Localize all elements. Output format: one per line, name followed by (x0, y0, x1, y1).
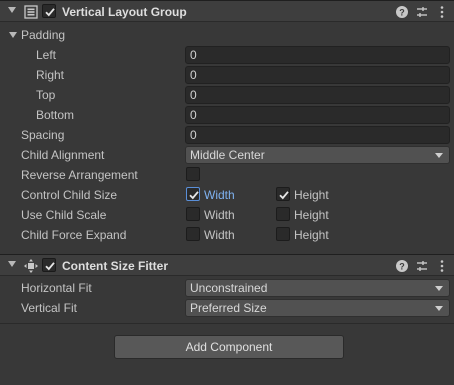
force-expand-height-checkbox[interactable] (276, 227, 290, 241)
help-icon[interactable]: ? (395, 259, 409, 273)
svg-text:?: ? (399, 8, 405, 18)
layout-icon (23, 4, 39, 20)
horizontal-fit-dropdown[interactable]: Unconstrained (185, 279, 450, 297)
svg-text:?: ? (399, 262, 405, 272)
padding-label[interactable]: Padding (21, 28, 65, 42)
control-size-width-checkbox[interactable] (186, 187, 200, 201)
force-expand-height-label: Height (294, 228, 329, 242)
control-size-width-label: Width (204, 188, 235, 202)
control-size-height-label: Height (294, 188, 329, 202)
kebab-menu-icon[interactable] (435, 259, 449, 273)
reverse-arrangement-label: Reverse Arrangement (21, 168, 138, 182)
use-child-scale-label: Use Child Scale (21, 208, 107, 222)
preset-icon[interactable] (415, 5, 429, 19)
padding-left-field[interactable]: 0 (185, 46, 450, 64)
control-size-height-checkbox[interactable] (276, 187, 290, 201)
spacing-field[interactable]: 0 (185, 126, 450, 144)
add-component-button[interactable]: Add Component (114, 335, 344, 359)
force-expand-width-checkbox[interactable] (186, 227, 200, 241)
chevron-down-icon (435, 306, 443, 311)
help-icon[interactable]: ? (395, 5, 409, 19)
use-scale-width-label: Width (204, 208, 235, 222)
reverse-arrangement-checkbox[interactable] (186, 167, 200, 181)
padding-bottom-label: Bottom (36, 108, 75, 122)
fold-arrow-icon[interactable] (8, 261, 16, 267)
use-scale-width-checkbox[interactable] (186, 207, 200, 221)
padding-top-field[interactable]: 0 (185, 86, 450, 104)
component-enable-checkbox[interactable] (42, 258, 56, 272)
use-scale-height-checkbox[interactable] (276, 207, 290, 221)
component-enable-checkbox[interactable] (42, 4, 56, 18)
section-divider (0, 323, 454, 324)
vertical-fit-value: Preferred Size (190, 301, 267, 315)
vertical-fit-dropdown[interactable]: Preferred Size (185, 299, 450, 317)
child-alignment-value: Middle Center (190, 148, 265, 162)
fold-arrow-icon[interactable] (8, 7, 16, 13)
horizontal-fit-label: Horizontal Fit (21, 281, 92, 295)
content-size-fitter-header[interactable]: Content Size Fitter ? (0, 254, 454, 276)
preset-icon[interactable] (415, 259, 429, 273)
force-expand-width-label: Width (204, 228, 235, 242)
padding-bottom-field[interactable]: 0 (185, 106, 450, 124)
padding-right-label: Right (36, 68, 65, 82)
padding-fold-arrow-icon[interactable] (9, 32, 17, 38)
vertical-fit-label: Vertical Fit (21, 301, 78, 315)
size-fitter-icon (23, 258, 39, 274)
vertical-layout-group-header[interactable]: Vertical Layout Group ? (0, 0, 454, 22)
horizontal-fit-value: Unconstrained (190, 281, 268, 295)
component-title: Vertical Layout Group (62, 5, 187, 19)
use-scale-height-label: Height (294, 208, 329, 222)
child-alignment-label: Child Alignment (21, 148, 105, 162)
child-force-expand-label: Child Force Expand (21, 228, 127, 242)
chevron-down-icon (435, 286, 443, 291)
child-alignment-dropdown[interactable]: Middle Center (185, 146, 450, 164)
padding-right-field[interactable]: 0 (185, 66, 450, 84)
kebab-menu-icon[interactable] (435, 5, 449, 19)
component-title: Content Size Fitter (62, 259, 169, 273)
padding-top-label: Top (36, 88, 56, 102)
spacing-label: Spacing (21, 128, 65, 142)
padding-left-label: Left (36, 48, 57, 62)
inspector-panel: Vertical Layout Group ? Padding Left 0 R… (0, 0, 454, 385)
chevron-down-icon (435, 153, 443, 158)
control-child-size-label: Control Child Size (21, 188, 118, 202)
